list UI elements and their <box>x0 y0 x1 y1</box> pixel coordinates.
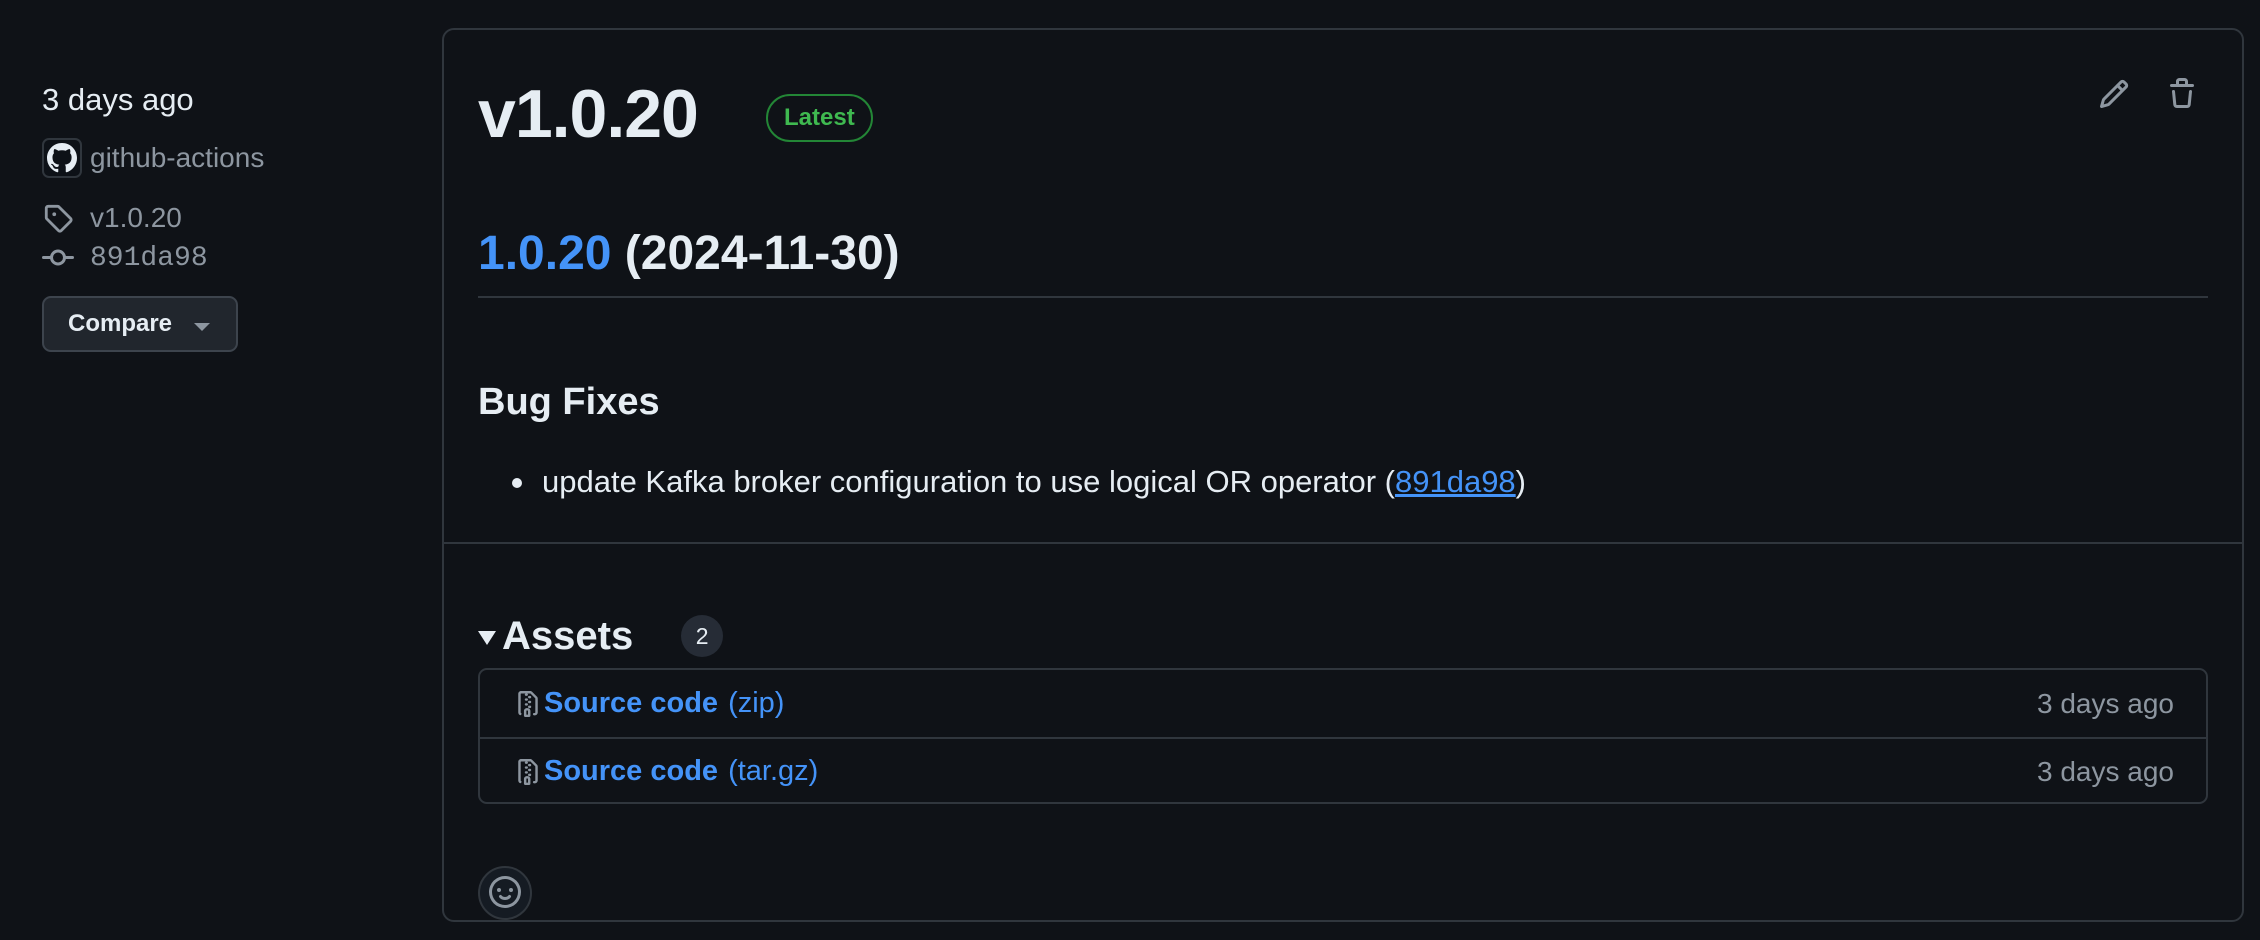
release-actions <box>2072 68 2208 120</box>
change-text: update Kafka broker configuration to use… <box>542 464 1395 499</box>
commit-sha[interactable]: 891da98 <box>90 243 208 274</box>
release-title[interactable]: v1.0.20 <box>478 74 699 154</box>
latest-badge: Latest <box>766 94 873 142</box>
add-reaction-button[interactable] <box>478 866 532 920</box>
asset-link[interactable]: Source code (zip) <box>514 686 784 722</box>
release-page: 3 days ago github-actions v1.0.20 891da9… <box>0 0 2260 940</box>
github-mark-icon[interactable] <box>42 138 82 178</box>
release-author[interactable]: github-actions <box>42 136 382 180</box>
author-name[interactable]: github-actions <box>90 142 264 174</box>
file-zip-icon <box>514 686 542 722</box>
tag-icon <box>42 202 74 234</box>
change-suffix: ) <box>1515 464 1526 499</box>
triangle-down-icon <box>478 631 496 645</box>
bug-fixes-heading: Bug Fixes <box>478 381 660 423</box>
asset-ext[interactable]: (zip) <box>728 687 784 720</box>
asset-time: 3 days ago <box>2037 687 2174 719</box>
release-time: 3 days ago <box>42 82 194 117</box>
version-date: (2024-11-30) <box>624 227 900 280</box>
assets-count-badge: 2 <box>681 615 724 657</box>
asset-link[interactable]: Source code (tar.gz) <box>514 754 818 790</box>
smiley-icon <box>489 875 521 911</box>
chevron-down-icon <box>194 323 211 331</box>
release-card: v1.0.20 Latest 1.0.20 (2024-11-30) Bug F… <box>442 28 2244 922</box>
section-divider <box>444 542 2242 544</box>
asset-ext[interactable]: (tar.gz) <box>728 755 818 788</box>
release-body: v1.0.20 Latest 1.0.20 (2024-11-30) Bug F… <box>478 30 2208 542</box>
tag-label[interactable]: v1.0.20 <box>90 202 182 234</box>
release-commit[interactable]: 891da98 <box>42 238 382 278</box>
compare-label: Compare <box>68 310 173 337</box>
assets-title[interactable]: Assets <box>502 614 633 659</box>
asset-row: Source code (zip) 3 days ago <box>480 670 2206 737</box>
trash-icon[interactable] <box>2156 68 2208 120</box>
release-sidebar: 3 days ago github-actions v1.0.20 891da9… <box>42 78 382 352</box>
assets-toggle[interactable]: Assets 2 <box>478 608 724 664</box>
version-heading: 1.0.20 (2024-11-30) <box>478 222 2208 298</box>
file-zip-icon <box>514 754 542 790</box>
pencil-icon[interactable] <box>2088 68 2140 120</box>
asset-name[interactable]: Source code <box>544 755 718 788</box>
git-commit-icon <box>42 242 74 274</box>
changes-list: update Kafka broker configuration to use… <box>512 454 1526 510</box>
asset-time: 3 days ago <box>2037 755 2174 787</box>
asset-name[interactable]: Source code <box>544 687 718 720</box>
commit-link[interactable]: 891da98 <box>1395 464 1516 499</box>
version-compare-link[interactable]: 1.0.20 <box>478 227 611 280</box>
asset-row: Source code (tar.gz) 3 days ago <box>480 737 2206 804</box>
compare-button[interactable]: Compare <box>42 296 238 352</box>
release-tag[interactable]: v1.0.20 <box>42 198 382 238</box>
list-item: update Kafka broker configuration to use… <box>512 454 1526 510</box>
assets-list: Source code (zip) 3 days ago Source code… <box>478 668 2208 804</box>
